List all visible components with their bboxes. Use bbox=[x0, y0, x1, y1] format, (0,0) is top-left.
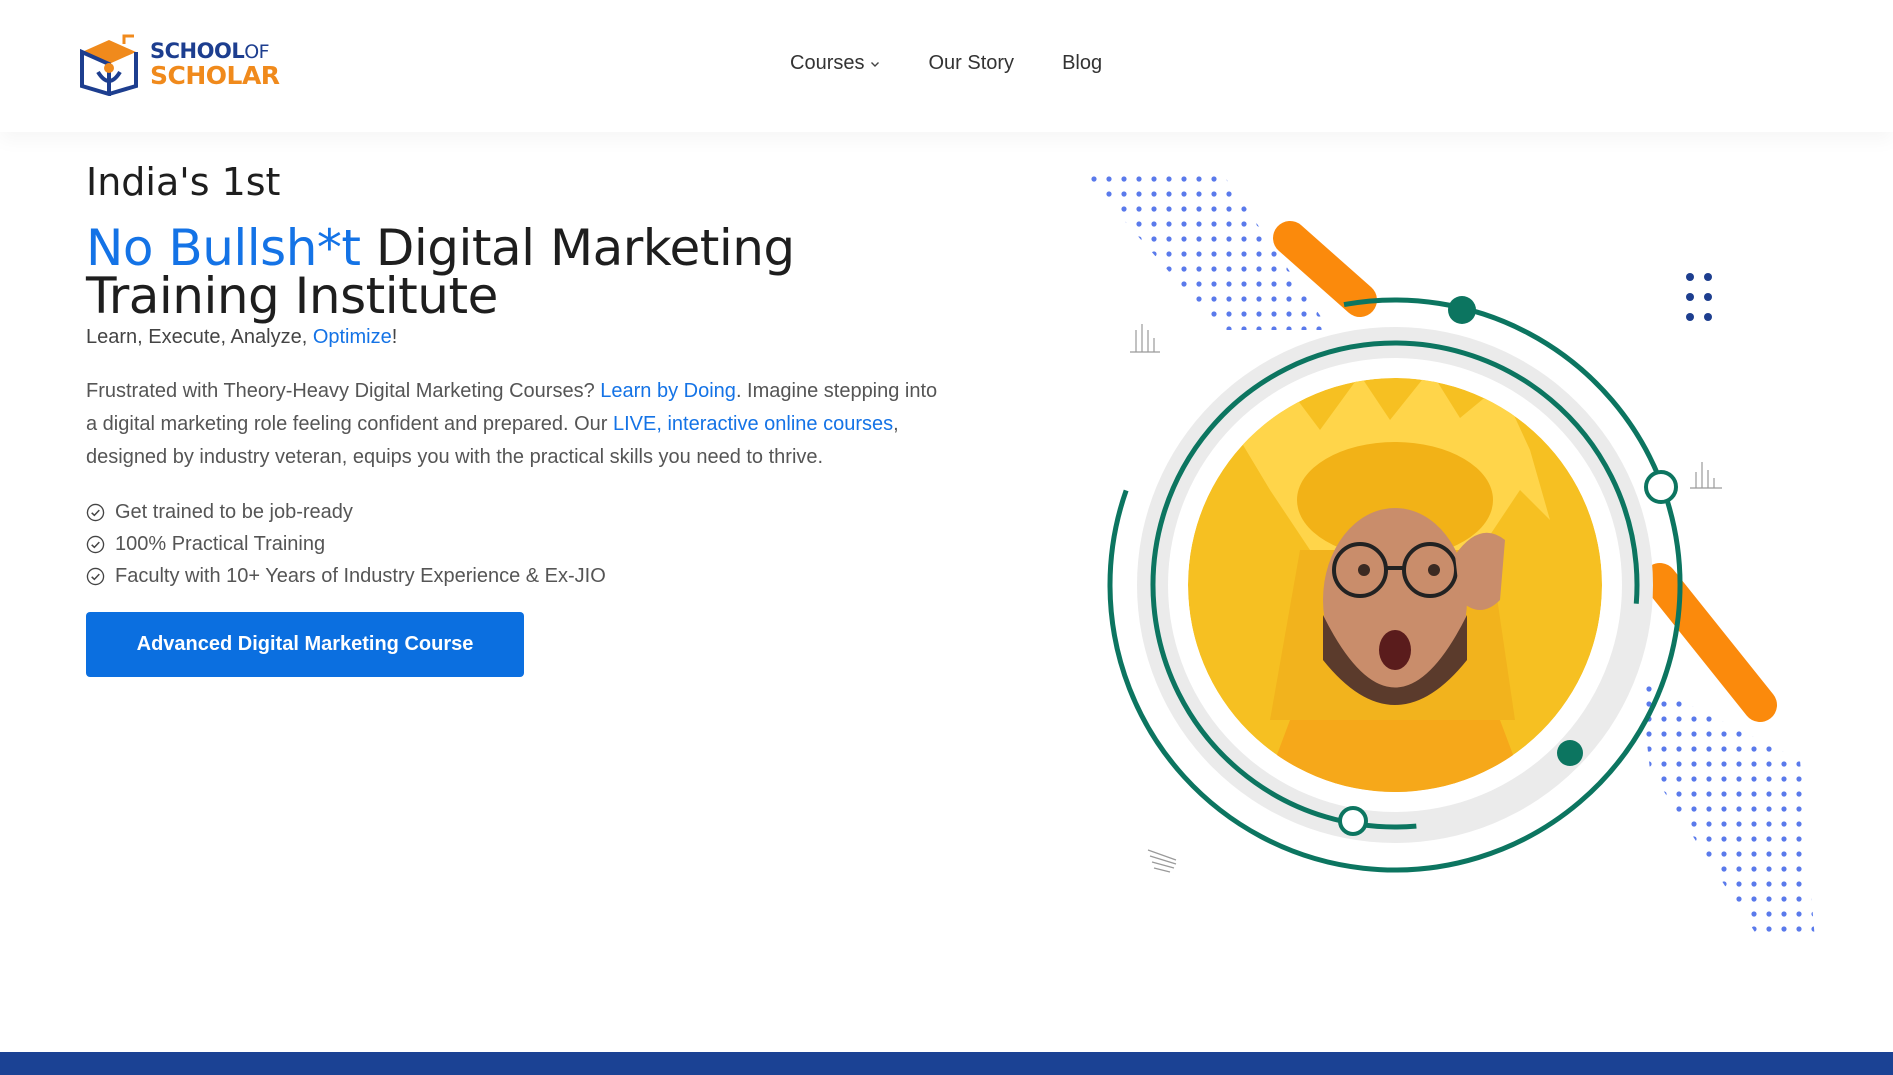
list-item: Get trained to be job-ready bbox=[86, 496, 966, 528]
tagline-accent: Optimize bbox=[312, 326, 392, 348]
ring-node-right bbox=[1644, 470, 1678, 504]
list-item-text: Get trained to be job-ready bbox=[115, 500, 353, 523]
brand-line2: SCHOLAR bbox=[150, 60, 280, 90]
advanced-course-button[interactable]: Advanced Digital Marketing Course bbox=[86, 612, 524, 677]
ring-node-top bbox=[1448, 296, 1476, 324]
desc-link-live-courses[interactable]: LIVE, interactive online courses bbox=[613, 413, 893, 435]
brand-wordmark: SCHOOLOF SCHOLAR bbox=[150, 38, 280, 90]
hero-description: Frustrated with Theory-Heavy Digital Mar… bbox=[86, 375, 946, 474]
brand-logo[interactable]: SCHOOLOF SCHOLAR bbox=[78, 30, 280, 96]
hero-section: India's 1st No Bullsh*t Digital Marketin… bbox=[86, 160, 966, 677]
feature-list: Get trained to be job-ready 100% Practic… bbox=[86, 496, 966, 592]
brand-line1-suffix: OF bbox=[244, 40, 270, 63]
nav-item-label: Blog bbox=[1062, 52, 1103, 74]
hero-illustration-svg bbox=[1080, 170, 1815, 940]
nav-item-blog[interactable]: Blog bbox=[1062, 52, 1102, 75]
main-nav: Courses Our Story Blog bbox=[790, 52, 1102, 75]
check-circle-icon bbox=[86, 567, 105, 585]
check-circle-icon bbox=[86, 503, 105, 521]
hero-illustration bbox=[1060, 160, 1840, 960]
nav-item-label: Our Story bbox=[928, 52, 1015, 74]
dot-grid-decoration bbox=[1686, 273, 1712, 321]
nav-item-our-story[interactable]: Our Story bbox=[928, 52, 1014, 75]
hero-headline: No Bullsh*t Digital Marketing Training I… bbox=[86, 223, 966, 321]
desc-text-1: Frustrated with Theory-Heavy Digital Mar… bbox=[86, 380, 601, 402]
list-item-text: 100% Practical Training bbox=[115, 532, 326, 555]
chevron-down-icon bbox=[871, 61, 880, 67]
footer-band bbox=[0, 1052, 1893, 1075]
nav-item-label: Courses bbox=[790, 52, 865, 74]
desc-link-learn-by-doing[interactable]: Learn by Doing bbox=[600, 380, 736, 402]
nav-item-courses[interactable]: Courses bbox=[790, 52, 880, 75]
tagline-end: ! bbox=[391, 326, 398, 348]
hero-kicker: India's 1st bbox=[86, 160, 281, 204]
list-item-text: Faculty with 10+ Years of Industry Exper… bbox=[115, 564, 606, 587]
ring-node-bottom bbox=[1338, 806, 1368, 836]
triangle-decoration-left bbox=[1130, 324, 1160, 353]
check-circle-icon bbox=[86, 535, 105, 553]
headline-line2: Training Institute bbox=[86, 267, 498, 325]
ring-node-bottom-right bbox=[1557, 740, 1583, 766]
brand-line1: SCHOOL bbox=[150, 38, 245, 63]
list-item: 100% Practical Training bbox=[86, 528, 966, 560]
site-header: SCHOOLOF SCHOLAR Courses Our Story Blog bbox=[0, 0, 1893, 132]
list-item: Faculty with 10+ Years of Industry Exper… bbox=[86, 560, 966, 592]
triangle-decoration-bottom bbox=[1147, 849, 1177, 873]
triangle-decoration-right bbox=[1690, 462, 1722, 489]
dot-pattern-bottom bbox=[1640, 680, 1815, 940]
tagline-start: Learn, Execute, Analyze, bbox=[86, 326, 313, 348]
graduation-cap-icon bbox=[80, 34, 138, 96]
hero-tagline: Learn, Execute, Analyze, Optimize! bbox=[86, 326, 966, 349]
